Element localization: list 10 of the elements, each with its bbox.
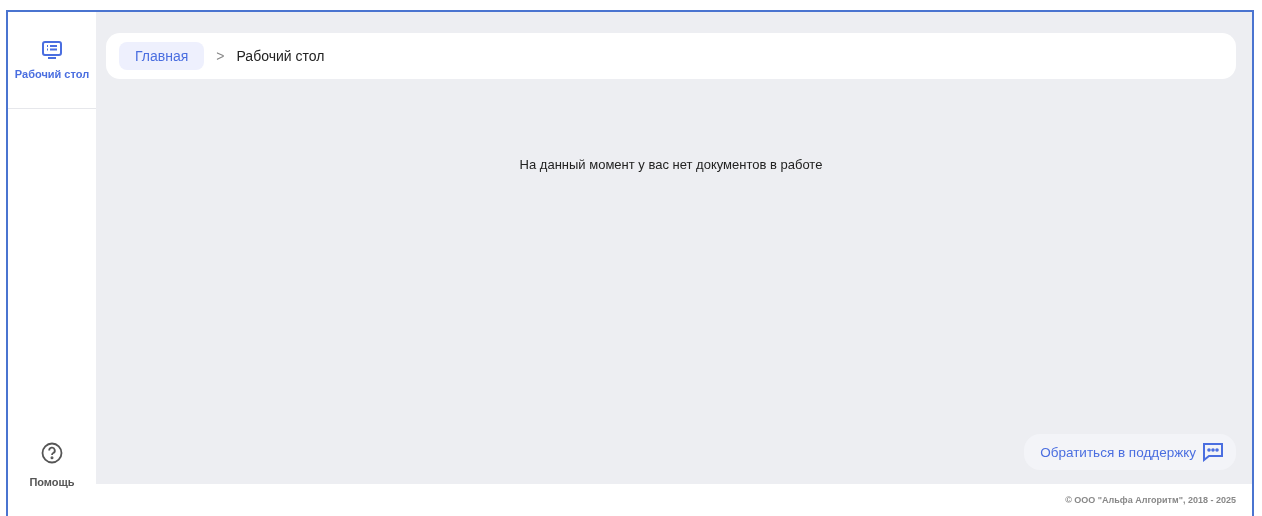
copyright-text: © ООО "Альфа Алгоритм", 2018 - 2025	[1064, 494, 1237, 507]
chat-icon	[1202, 442, 1224, 462]
help-icon	[41, 442, 63, 464]
help-item[interactable]: Помощь	[8, 442, 96, 488]
support-button[interactable]: Обратиться в поддержку	[1024, 434, 1236, 470]
breadcrumb-separator: >	[216, 48, 225, 64]
breadcrumb-link[interactable]: Рабочий стол	[236, 48, 325, 64]
empty-message: На данный момент у вас нет документов в работе	[518, 157, 824, 172]
monitor-icon	[41, 40, 63, 60]
breadcrumb-link[interactable]: Главная	[119, 42, 205, 70]
